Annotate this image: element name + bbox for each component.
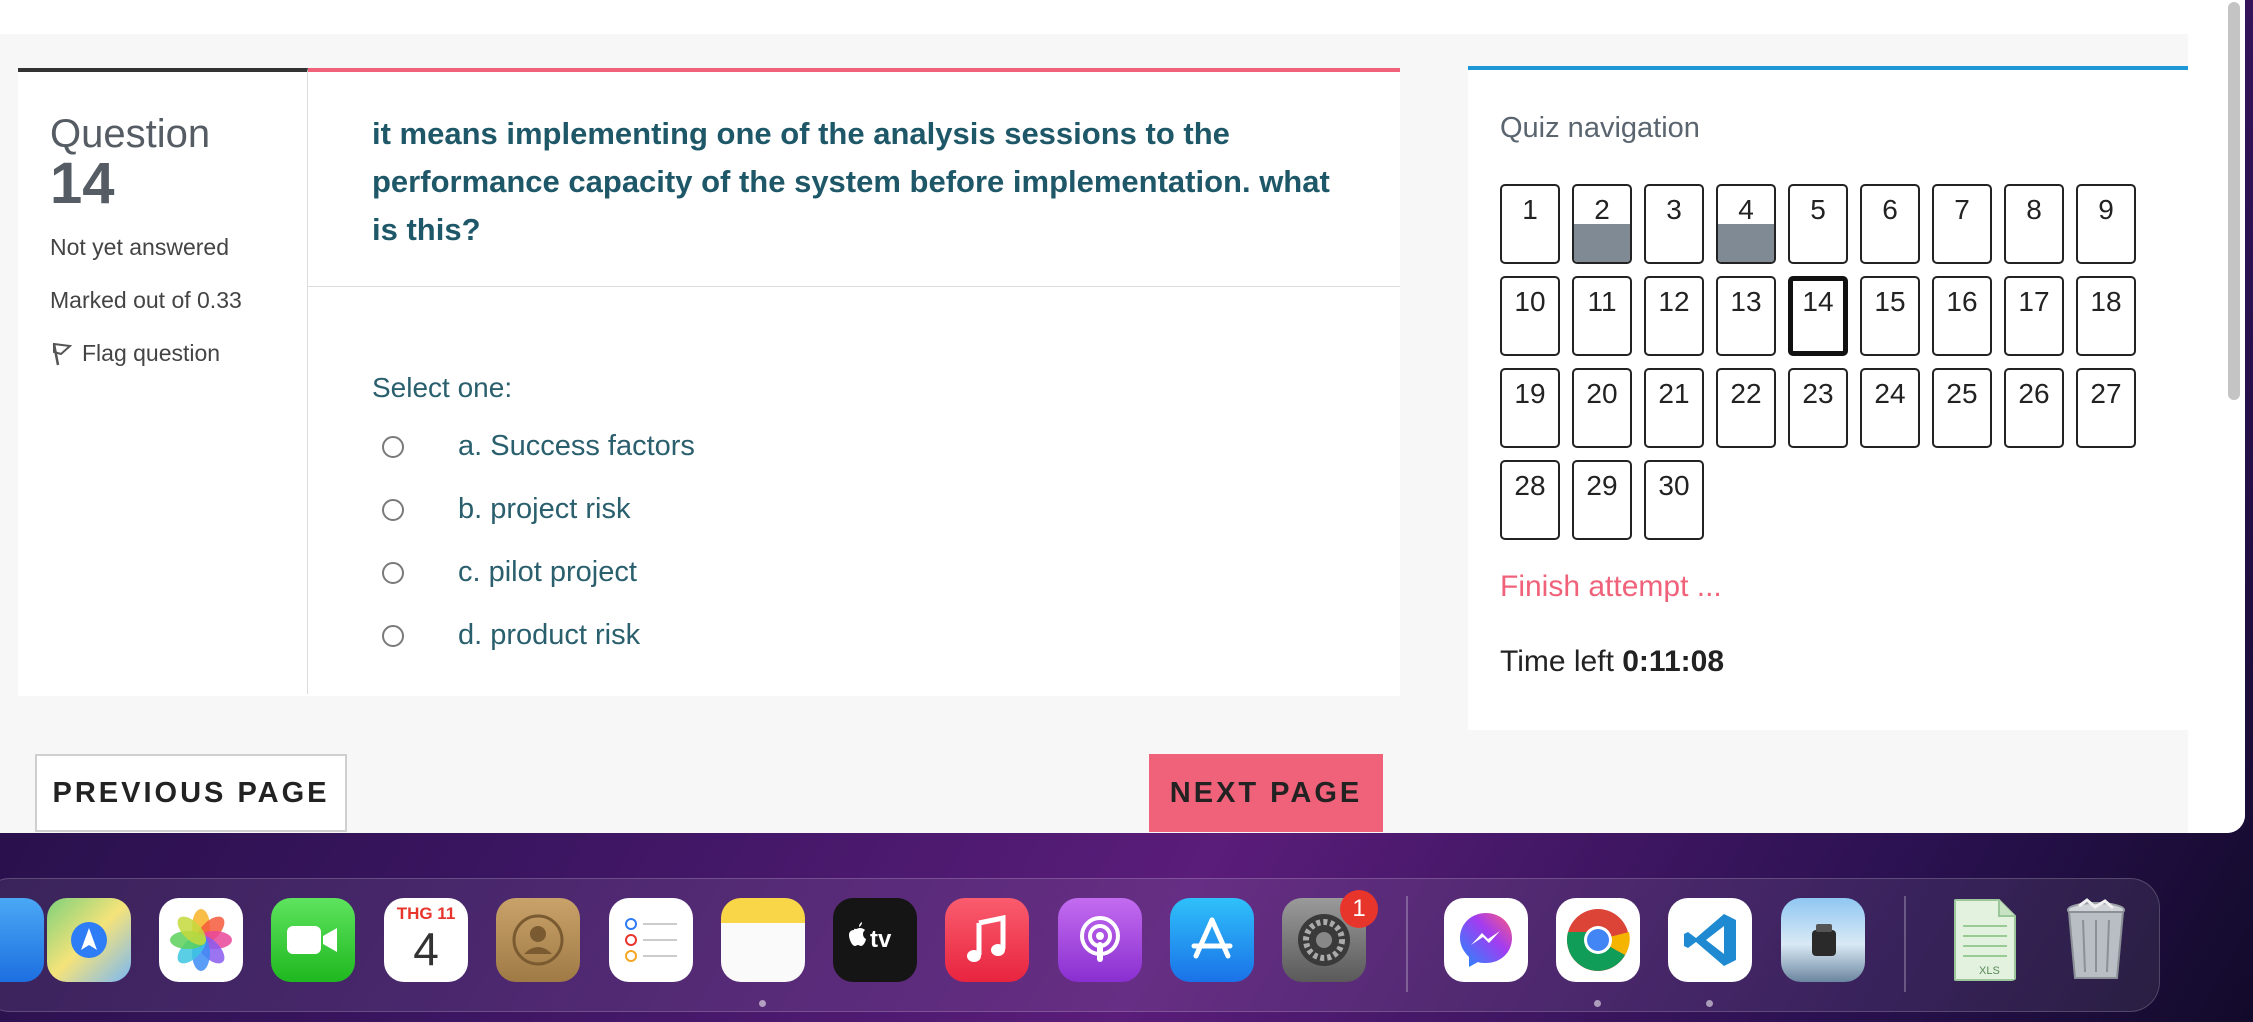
quiz-nav-button-10[interactable]: 10 [1500, 276, 1560, 356]
contacts-icon[interactable] [496, 898, 580, 982]
running-indicator [1594, 1000, 1601, 1007]
quiz-nav-button-16[interactable]: 16 [1932, 276, 1992, 356]
answer-option-a[interactable]: a. Success factors [382, 430, 695, 463]
quiz-nav-button-19[interactable]: 19 [1500, 368, 1560, 448]
reminders-icon[interactable] [609, 898, 693, 982]
quiz-nav-button-8[interactable]: 8 [2004, 184, 2064, 264]
radio-button[interactable] [382, 624, 404, 647]
finder-icon[interactable] [0, 898, 44, 982]
preview-icon[interactable] [1781, 898, 1865, 982]
photos-icon[interactable] [159, 898, 243, 982]
quiz-nav-button-26[interactable]: 26 [2004, 368, 2064, 448]
next-page-button[interactable]: NEXT PAGE [1149, 754, 1383, 832]
quiz-nav-button-25[interactable]: 25 [1932, 368, 1992, 448]
question-status: Not yet answered [50, 234, 229, 260]
vscode-icon[interactable] [1668, 898, 1752, 982]
answer-option-d[interactable]: d. product risk [382, 619, 640, 652]
question-text: it means implementing one of the analysi… [372, 116, 1330, 247]
quiz-nav-button-14[interactable]: 14 [1788, 276, 1848, 356]
quiz-navigation-panel: Quiz navigation 1 2 3 4 5 6 7 8 9 10 11 12 13 14 15 16 1… [1468, 66, 2188, 730]
divider [308, 286, 1400, 287]
running-indicator [759, 1000, 766, 1007]
quiz-nav-button-2[interactable]: 2 [1572, 184, 1632, 264]
quiz-nav-button-21[interactable]: 21 [1644, 368, 1704, 448]
quiz-nav-button-7[interactable]: 7 [1932, 184, 1992, 264]
quiz-nav-button-30[interactable]: 30 [1644, 460, 1704, 540]
quiz-nav-button-18[interactable]: 18 [2076, 276, 2136, 356]
answer-option-c[interactable]: c. pilot project [382, 556, 637, 589]
time-left-value: 0:11:08 [1622, 645, 1724, 678]
quiz-nav-button-27[interactable]: 27 [2076, 368, 2136, 448]
quiz-nav-button-13[interactable]: 13 [1716, 276, 1776, 356]
svg-text:XLS: XLS [1979, 965, 2000, 977]
maps-icon[interactable] [47, 898, 131, 982]
page-top-bar [0, 0, 2188, 34]
quiz-nav-button-1[interactable]: 1 [1500, 184, 1560, 264]
radio-button[interactable] [382, 435, 404, 458]
scrollbar-thumb[interactable] [2228, 2, 2240, 400]
calendar-day: 4 [413, 923, 439, 975]
question-content: it means implementing one of the analysi… [308, 68, 1400, 694]
calendar-icon[interactable]: THG 11 4 [384, 898, 468, 982]
facetime-icon[interactable] [271, 898, 355, 982]
quiz-nav-button-12[interactable]: 12 [1644, 276, 1704, 356]
question-number: 14 [50, 151, 115, 216]
answer-option-label: c. pilot project [458, 556, 637, 588]
answer-option-label: d. product risk [458, 619, 641, 651]
quiz-nav-button-28[interactable]: 28 [1500, 460, 1560, 540]
trash-icon[interactable] [2054, 898, 2138, 982]
previous-page-button[interactable]: PREVIOUS PAGE [35, 754, 347, 832]
time-left-label: Time left [1500, 645, 1614, 678]
select-one-label: Select one: [372, 372, 513, 403]
flag-question-button[interactable]: Flag question [50, 340, 220, 367]
appletv-icon[interactable]: tv [833, 898, 917, 982]
quiz-nav-button-22[interactable]: 22 [1716, 368, 1776, 448]
quiz-nav-button-23[interactable]: 23 [1788, 368, 1848, 448]
quiz-nav-button-15[interactable]: 15 [1860, 276, 1920, 356]
quiz-nav-button-9[interactable]: 9 [2076, 184, 2136, 264]
quiz-nav-button-5[interactable]: 5 [1788, 184, 1848, 264]
quiz-nav-button-17[interactable]: 17 [2004, 276, 2064, 356]
browser-window: Question 14 Not yet answered Marked out … [0, 0, 2245, 833]
music-icon[interactable] [945, 898, 1029, 982]
podcasts-icon[interactable] [1058, 898, 1142, 982]
quiz-nav-button-6[interactable]: 6 [1860, 184, 1920, 264]
radio-button[interactable] [382, 498, 404, 521]
messenger-icon[interactable] [1444, 898, 1528, 982]
quiz-nav-button-3[interactable]: 3 [1644, 184, 1704, 264]
question-info: Question 14 Not yet answered Marked out … [18, 68, 308, 694]
quiz-nav-button-20[interactable]: 20 [1572, 368, 1632, 448]
radio-button[interactable] [382, 561, 404, 584]
dock-separator [1406, 896, 1408, 992]
notes-icon[interactable] [721, 898, 805, 982]
excel-file-icon[interactable]: XLS [1942, 898, 2026, 982]
quiz-nav-button-4[interactable]: 4 [1716, 184, 1776, 264]
notification-badge: 1 [1340, 890, 1378, 928]
dock-separator [1904, 896, 1906, 992]
quiz-nav-button-11[interactable]: 11 [1572, 276, 1632, 356]
quiz-navigation-title: Quiz navigation [1500, 112, 1700, 144]
flag-icon [52, 342, 72, 365]
svg-text:tv: tv [870, 926, 892, 953]
calendar-month: THG 11 [396, 904, 456, 923]
answer-option-b[interactable]: b. project risk [382, 493, 630, 526]
answer-option-label: b. project risk [458, 493, 631, 525]
question-label: Question [50, 112, 211, 156]
question-marks: Marked out of 0.33 [50, 287, 242, 313]
quiz-nav-button-29[interactable]: 29 [1572, 460, 1632, 540]
chrome-icon[interactable] [1556, 898, 1640, 982]
running-indicator [1706, 1000, 1713, 1007]
appstore-icon[interactable] [1170, 898, 1254, 982]
answer-option-label: a. Success factors [458, 430, 695, 462]
quiz-nav-button-24[interactable]: 24 [1860, 368, 1920, 448]
finish-attempt-link[interactable]: Finish attempt ... [1500, 570, 1722, 604]
time-left: Time left 0:11:08 [1500, 645, 1724, 679]
flag-question-label: Flag question [82, 340, 221, 366]
